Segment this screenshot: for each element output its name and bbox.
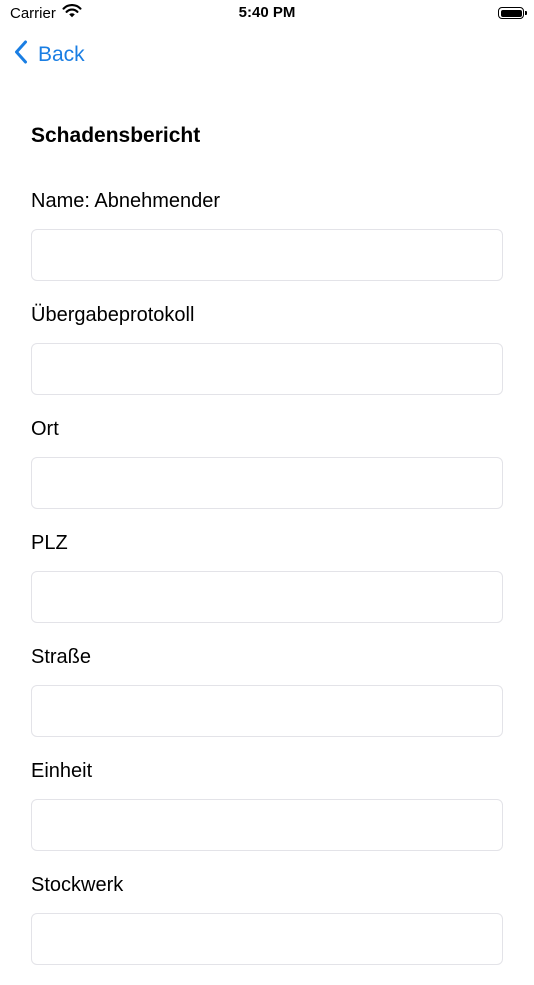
battery-icon [498,7,527,19]
field-plz: PLZ [31,529,503,643]
field-uebergabeprotokoll: Übergabeprotokoll [31,301,503,415]
plz-input[interactable] [31,571,503,623]
back-button[interactable]: Back [14,40,85,70]
form-container: Schadensbericht Name: Abnehmender Überga… [31,122,503,985]
field-label: Ort [31,418,59,440]
field-label: Stockwerk [31,874,124,896]
status-time: 5:40 PM [238,4,296,21]
strasse-input[interactable] [31,685,503,737]
status-bar: Carrier 5:40 PM [0,0,534,28]
field-label: PLZ [31,532,68,554]
field-ort: Ort [31,415,503,529]
back-label[interactable]: Back [38,43,85,67]
field-label: Name: Abnehmender [31,190,221,212]
field-stockwerk: Stockwerk [31,871,503,985]
uebergabeprotokoll-input[interactable] [31,343,503,395]
field-label: Übergabeprotokoll [31,304,195,326]
ort-input[interactable] [31,457,503,509]
field-label: Einheit [31,760,93,782]
field-label: Straße [31,646,92,668]
chevron-left-icon [14,40,28,70]
name-abnehmender-input[interactable] [31,229,503,281]
field-strasse: Straße [31,643,503,757]
field-einheit: Einheit [31,757,503,871]
form-title: Schadensbericht [31,124,201,147]
stockwerk-input[interactable] [31,913,503,965]
einheit-input[interactable] [31,799,503,851]
field-name-abnehmender: Name: Abnehmender [31,187,503,301]
